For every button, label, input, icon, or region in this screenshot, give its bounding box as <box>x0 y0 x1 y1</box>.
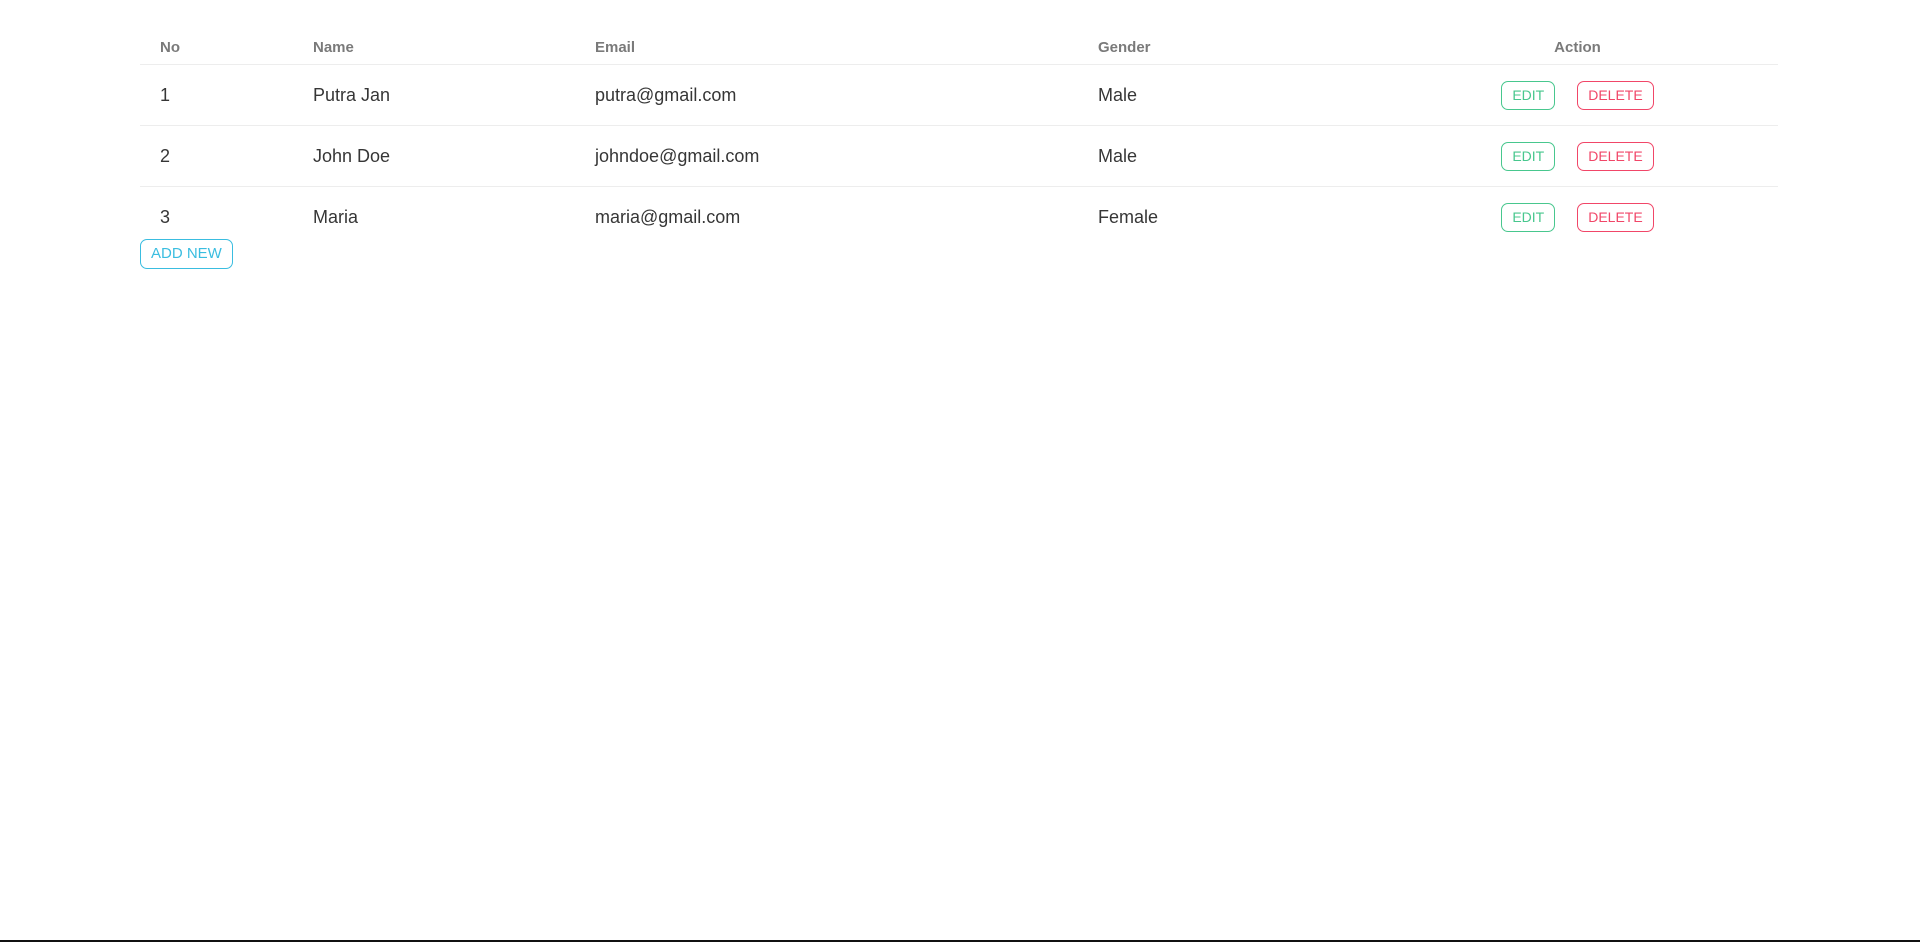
header-email: Email <box>575 30 1078 65</box>
cell-email: putra@gmail.com <box>575 64 1078 126</box>
cell-no: 1 <box>140 64 293 126</box>
table-header-row: No Name Email Gender Action <box>140 30 1778 65</box>
cell-gender: Female <box>1098 206 1159 227</box>
cell-gender: Male <box>1078 64 1377 126</box>
users-table: No Name Email Gender Action 1 Putra Jan … <box>140 30 1778 247</box>
cell-action: EDIT DELETE <box>1377 125 1778 187</box>
cell-name: Putra Jan <box>293 64 575 126</box>
delete-button[interactable]: DELETE <box>1577 80 1654 110</box>
header-action: Action <box>1377 30 1778 65</box>
cell-no: 2 <box>140 125 293 187</box>
edit-button[interactable]: EDIT <box>1501 80 1556 110</box>
edit-button[interactable]: EDIT <box>1501 141 1556 171</box>
add-new-button[interactable]: ADD NEW <box>140 239 233 269</box>
delete-button[interactable]: DELETE <box>1577 202 1654 232</box>
cell-action: EDIT DELETE <box>1377 64 1778 126</box>
header-name: Name <box>293 30 575 65</box>
cell-name: Maria <box>313 206 359 227</box>
cell-email: johndoe@gmail.com <box>575 125 1078 187</box>
cell-no: 3 <box>160 206 171 227</box>
table-row: 3 Maria maria@gmail.com Female EDIT DELE… <box>140 187 1778 248</box>
cell-email: maria@gmail.com <box>595 206 741 227</box>
cell-action: EDIT DELETE <box>1377 187 1778 248</box>
table-row: 1 Putra Jan putra@gmail.com Male EDIT DE… <box>140 64 1778 126</box>
edit-button[interactable]: EDIT <box>1501 202 1556 232</box>
users-table-container: No Name Email Gender Action 1 Putra Jan … <box>140 30 1778 269</box>
table-row: 2 John Doe johndoe@gmail.com Male EDIT D… <box>140 125 1778 187</box>
header-gender: Gender <box>1078 30 1377 65</box>
cell-gender: Male <box>1078 125 1377 187</box>
header-no: No <box>140 30 293 65</box>
cell-name: John Doe <box>293 125 575 187</box>
delete-button[interactable]: DELETE <box>1577 141 1654 171</box>
